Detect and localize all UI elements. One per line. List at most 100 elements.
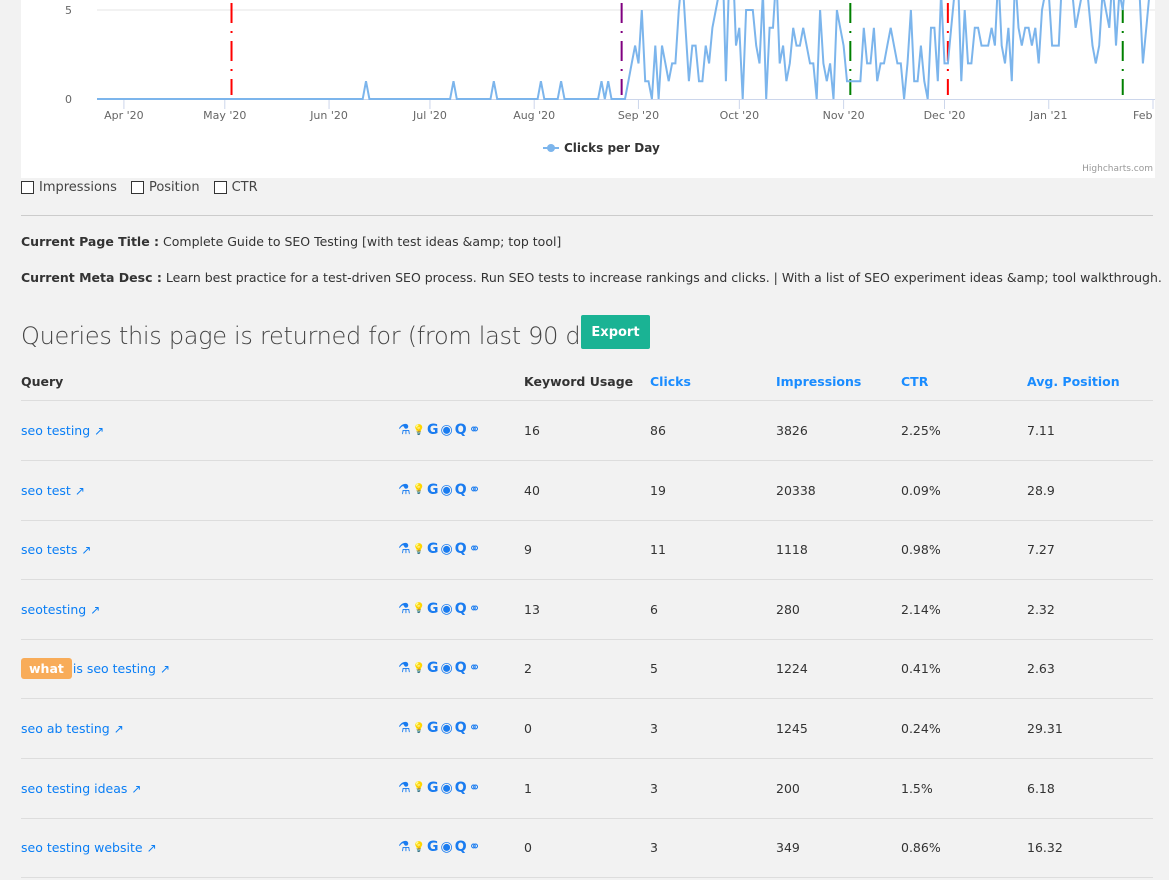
cell-clicks: 11 — [650, 542, 666, 558]
toggle-label: CTR — [231, 180, 258, 195]
external-link-icon[interactable]: ↗ — [160, 662, 170, 676]
checkbox[interactable] — [130, 181, 144, 194]
query-link[interactable]: seo tests ↗ — [21, 542, 91, 557]
flask-icon[interactable]: ⚗ — [398, 720, 411, 736]
query-link[interactable]: seo ab testing ↗ — [21, 721, 124, 736]
lightbulb-icon[interactable]: 💡 — [413, 723, 425, 734]
cell-position: 28.9 — [1027, 482, 1055, 498]
table-row: seo tests ↗ ⚗ 💡 G ◉ Q ⚭ 9 11 1118 0.98% 7.27 — [21, 520, 1153, 581]
reddit-icon[interactable]: ◉ — [441, 780, 453, 796]
cell-impressions: 1224 — [776, 661, 808, 677]
col-impressions[interactable]: Impressions — [776, 374, 861, 389]
cell-position: 6.18 — [1027, 780, 1055, 796]
flask-icon[interactable]: ⚗ — [398, 482, 411, 498]
link-icon[interactable]: ⚭ — [469, 839, 481, 855]
flask-icon[interactable]: ⚗ — [398, 660, 411, 676]
queries-heading: Queries this page is returned for (from … — [21, 322, 630, 350]
lightbulb-icon[interactable]: 💡 — [413, 544, 425, 555]
table-row: seo ab testing ↗ ⚗ 💡 G ◉ Q ⚭ 0 3 1245 0.24% 29.31 — [21, 699, 1153, 759]
external-link-icon[interactable]: ↗ — [81, 543, 91, 557]
lightbulb-icon[interactable]: 💡 — [413, 663, 425, 674]
flask-icon[interactable]: ⚗ — [398, 780, 411, 796]
link-icon[interactable]: ⚭ — [469, 601, 481, 617]
query-link[interactable]: seo test ↗ — [21, 483, 85, 498]
lightbulb-icon[interactable]: 💡 — [413, 782, 425, 793]
lightbulb-icon[interactable]: 💡 — [413, 603, 425, 614]
cell-ctr: 1.5% — [901, 780, 933, 796]
reddit-icon[interactable]: ◉ — [441, 720, 453, 736]
flask-icon[interactable]: ⚗ — [398, 839, 411, 855]
link-icon[interactable]: ⚭ — [469, 660, 481, 676]
flask-icon[interactable]: ⚗ — [398, 601, 411, 617]
lightbulb-icon[interactable]: 💡 — [413, 484, 425, 495]
external-link-icon[interactable]: ↗ — [90, 603, 100, 617]
cell-position: 16.32 — [1027, 840, 1063, 856]
flask-icon[interactable]: ⚗ — [398, 541, 411, 557]
checkbox[interactable] — [213, 181, 227, 194]
link-icon[interactable]: ⚭ — [469, 720, 481, 736]
quora-icon[interactable]: Q — [455, 601, 467, 617]
reddit-icon[interactable]: ◉ — [441, 482, 453, 498]
query-link[interactable]: seotesting ↗ — [21, 602, 100, 617]
cell-impressions: 200 — [776, 780, 800, 796]
query-tools: ⚗ 💡 G ◉ Q ⚭ — [398, 601, 480, 617]
link-icon[interactable]: ⚭ — [469, 422, 481, 438]
google-icon[interactable]: G — [427, 422, 439, 438]
x-tick-label: Sep '20 — [618, 109, 659, 122]
toggle-ctr[interactable]: CTR — [213, 180, 258, 195]
google-icon[interactable]: G — [427, 541, 439, 557]
x-tick-label: Aug '20 — [513, 109, 555, 122]
query-tools: ⚗ 💡 G ◉ Q ⚭ — [398, 780, 480, 796]
quora-icon[interactable]: Q — [455, 660, 467, 676]
col-clicks[interactable]: Clicks — [650, 374, 691, 389]
google-icon[interactable]: G — [427, 780, 439, 796]
lightbulb-icon[interactable]: 💡 — [413, 425, 425, 436]
lightbulb-icon[interactable]: 💡 — [413, 842, 425, 853]
toggle-impressions[interactable]: Impressions — [21, 180, 117, 195]
google-icon[interactable]: G — [427, 482, 439, 498]
reddit-icon[interactable]: ◉ — [441, 839, 453, 855]
link-icon[interactable]: ⚭ — [469, 780, 481, 796]
query-text: seo testing — [21, 423, 91, 438]
flask-icon[interactable]: ⚗ — [398, 422, 411, 438]
col-avg-position[interactable]: Avg. Position — [1027, 374, 1120, 389]
highcharts-credit[interactable]: Highcharts.com — [1082, 164, 1153, 174]
external-link-icon[interactable]: ↗ — [75, 484, 85, 498]
external-link-icon[interactable]: ↗ — [114, 722, 124, 736]
google-icon[interactable]: G — [427, 660, 439, 676]
cell-usage: 16 — [524, 423, 540, 438]
quora-icon[interactable]: Q — [455, 422, 467, 438]
link-icon[interactable]: ⚭ — [469, 482, 481, 498]
google-icon[interactable]: G — [427, 601, 439, 617]
google-icon[interactable]: G — [427, 839, 439, 855]
reddit-icon[interactable]: ◉ — [441, 541, 453, 557]
google-icon[interactable]: G — [427, 720, 439, 736]
toggle-position[interactable]: Position — [130, 180, 200, 195]
quora-icon[interactable]: Q — [455, 839, 467, 855]
cell-impressions: 280 — [776, 601, 800, 617]
quora-icon[interactable]: Q — [455, 780, 467, 796]
reddit-icon[interactable]: ◉ — [441, 422, 453, 438]
link-icon[interactable]: ⚭ — [469, 541, 481, 557]
external-link-icon[interactable]: ↗ — [147, 841, 157, 855]
series-line-clicks — [97, 0, 1150, 100]
export-button[interactable]: Export — [581, 315, 650, 349]
external-link-icon[interactable]: ↗ — [131, 782, 141, 796]
query-text: seo testing ideas — [21, 780, 128, 796]
checkbox[interactable] — [21, 181, 34, 194]
reddit-icon[interactable]: ◉ — [441, 660, 453, 676]
legend-item-clicks[interactable]: Clicks per Day — [564, 141, 660, 155]
x-tick-label: Apr '20 — [104, 109, 144, 122]
col-ctr[interactable]: CTR — [901, 374, 928, 389]
quora-icon[interactable]: Q — [455, 541, 467, 557]
external-link-icon[interactable]: ↗ — [94, 424, 104, 438]
quora-icon[interactable]: Q — [455, 482, 467, 498]
query-link[interactable]: seo testing website ↗ — [21, 840, 157, 855]
quora-icon[interactable]: Q — [455, 720, 467, 736]
table-row: seo testing website ↗ ⚗ 💡 G ◉ Q ⚭ 0 3 349 0.86% 16.3… — [21, 818, 1153, 879]
query-link[interactable]: what is seo testing ↗ — [21, 658, 170, 680]
y-tick-label: 0 — [65, 93, 72, 106]
reddit-icon[interactable]: ◉ — [441, 601, 453, 617]
query-link[interactable]: seo testing ↗ — [21, 423, 104, 438]
query-link[interactable]: seo testing ideas ↗ — [21, 781, 141, 796]
